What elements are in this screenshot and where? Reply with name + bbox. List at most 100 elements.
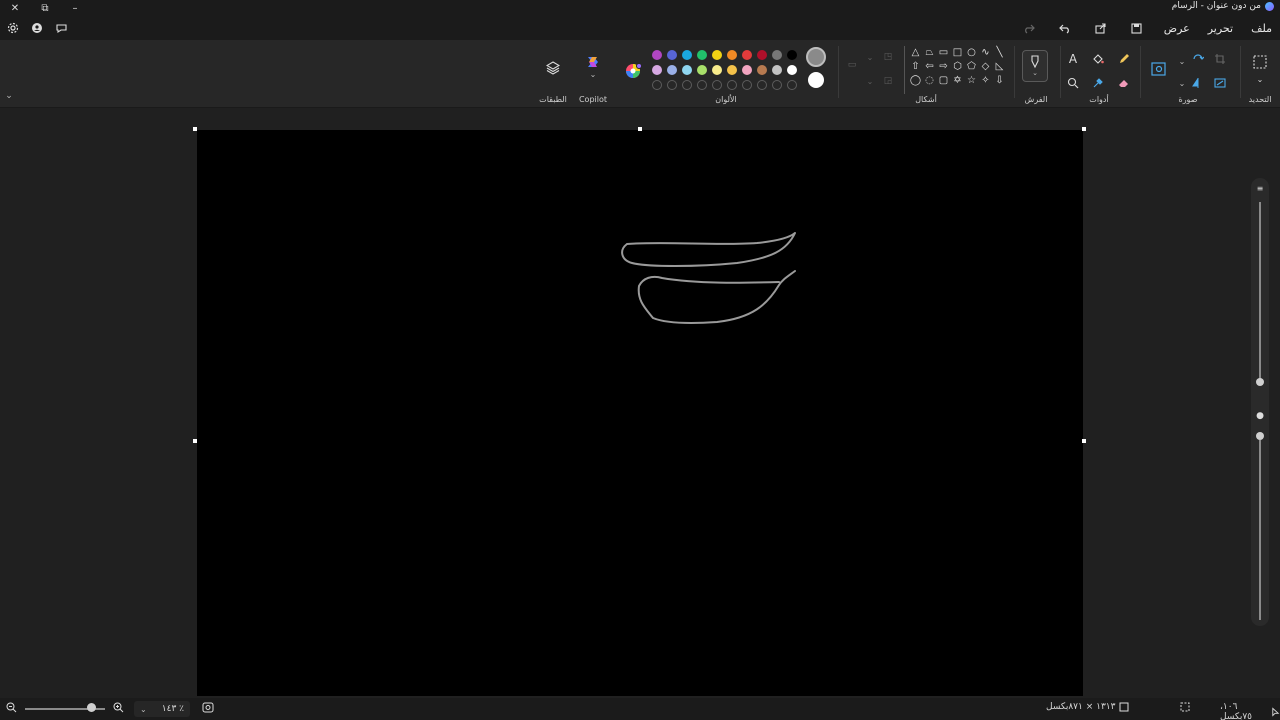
menu-file[interactable]: ملف	[1251, 22, 1272, 35]
drawing-canvas[interactable]	[197, 130, 1083, 696]
eraser-icon[interactable]	[1114, 74, 1134, 92]
callout-oval-shape-icon[interactable]: ◌	[923, 74, 936, 87]
custom-color-slot[interactable]	[787, 80, 797, 90]
select-rectangle-icon[interactable]	[1250, 52, 1270, 72]
restore-button[interactable]: ⧉	[30, 0, 60, 16]
curve-shape-icon[interactable]: ∿	[979, 46, 992, 59]
color-swatch[interactable]	[742, 50, 752, 60]
resize-icon[interactable]	[1210, 74, 1230, 92]
crop-icon[interactable]	[1210, 50, 1230, 68]
collapse-ribbon-chevron-icon[interactable]: ⌄	[2, 90, 16, 102]
zoom-level-dropdown[interactable]: ⌄ ١٤٣ ٪	[134, 701, 190, 717]
custom-color-slot[interactable]	[697, 80, 707, 90]
polygon-shape-icon[interactable]: ⏢	[923, 46, 936, 59]
custom-color-slot[interactable]	[682, 80, 692, 90]
menu-edit[interactable]: تحرير	[1208, 22, 1233, 35]
color-swatch[interactable]	[667, 50, 677, 60]
rounded-rect-shape-icon[interactable]: ▭	[937, 46, 950, 59]
arrow-left-shape-icon[interactable]: ⇦	[923, 60, 936, 73]
canvas-resize-handle[interactable]	[193, 439, 197, 443]
hexagon-shape-icon[interactable]: ⬡	[951, 60, 964, 73]
color-swatch[interactable]	[772, 65, 782, 75]
canvas-resize-handle[interactable]	[1082, 127, 1086, 131]
opacity-track[interactable]	[1259, 440, 1261, 620]
color-swatch[interactable]	[787, 65, 797, 75]
shape-outline-style-icon[interactable]: ◳	[878, 48, 898, 66]
color-swatch[interactable]	[682, 65, 692, 75]
brush-size-track[interactable]	[1259, 202, 1261, 382]
canvas-resize-handle[interactable]	[1082, 439, 1086, 443]
custom-color-slot[interactable]	[757, 80, 767, 90]
menu-view[interactable]: عرض	[1164, 22, 1190, 35]
brush-button[interactable]: ⌄	[1022, 50, 1048, 82]
color-swatch[interactable]	[727, 65, 737, 75]
flip-icon[interactable]	[1188, 74, 1208, 92]
color-swatch[interactable]	[757, 50, 767, 60]
fill-chevron-icon[interactable]: ⌄	[864, 72, 876, 90]
minimize-button[interactable]: –	[60, 0, 90, 16]
magnifier-icon[interactable]	[1063, 74, 1083, 92]
star-four-shape-icon[interactable]: ✧	[979, 74, 992, 87]
primary-color-swatch[interactable]	[806, 47, 826, 67]
star-six-shape-icon[interactable]: ✡	[951, 74, 964, 87]
edit-colors-icon[interactable]	[622, 60, 644, 82]
color-swatch[interactable]	[652, 50, 662, 60]
triangle-shape-icon[interactable]: △	[909, 46, 922, 59]
text-icon[interactable]: A	[1063, 50, 1083, 68]
line-shape-icon[interactable]: ╲	[993, 46, 1006, 59]
custom-color-slot[interactable]	[667, 80, 677, 90]
save-icon[interactable]	[1128, 20, 1146, 36]
color-swatch[interactable]	[757, 65, 767, 75]
shape-fill-style-icon[interactable]: ◲	[878, 72, 898, 90]
color-swatch[interactable]	[712, 65, 722, 75]
callout-rect-shape-icon[interactable]: ▢	[937, 74, 950, 87]
custom-color-slot[interactable]	[712, 80, 722, 90]
rotate-icon[interactable]	[1188, 50, 1208, 68]
fit-to-window-icon[interactable]	[202, 702, 214, 713]
color-swatch[interactable]	[667, 65, 677, 75]
account-icon[interactable]	[28, 20, 46, 36]
selection-chevron-down-icon[interactable]: ⌄	[1250, 74, 1270, 84]
right-triangle-shape-icon[interactable]: ◺	[993, 60, 1006, 73]
color-swatch[interactable]	[682, 50, 692, 60]
diamond-shape-icon[interactable]: ◇	[979, 60, 992, 73]
fill-bucket-icon[interactable]	[1088, 50, 1108, 68]
color-swatch[interactable]	[772, 50, 782, 60]
redo-icon[interactable]	[1020, 20, 1038, 36]
color-swatch[interactable]	[697, 65, 707, 75]
custom-color-slot[interactable]	[652, 80, 662, 90]
arrow-right-shape-icon[interactable]: ⇨	[937, 60, 950, 73]
flip-chevron-icon[interactable]: ⌄	[1176, 74, 1188, 92]
star-five-shape-icon[interactable]: ☆	[965, 74, 978, 87]
custom-color-slot[interactable]	[742, 80, 752, 90]
layers-icon[interactable]	[543, 58, 563, 78]
custom-color-slot[interactable]	[727, 80, 737, 90]
custom-color-slot[interactable]	[772, 80, 782, 90]
pencil-icon[interactable]	[1114, 50, 1134, 68]
zoom-out-icon[interactable]	[6, 702, 17, 713]
image-crop-ai-icon[interactable]	[1148, 58, 1170, 80]
rectangle-shape-icon[interactable]: □	[951, 46, 964, 59]
outline-chevron-icon[interactable]: ⌄	[864, 48, 876, 66]
color-swatch[interactable]	[652, 65, 662, 75]
zoom-in-icon[interactable]	[113, 702, 124, 713]
color-picker-icon[interactable]	[1088, 74, 1108, 92]
opacity-thumb[interactable]	[1256, 432, 1264, 440]
oval-shape-icon[interactable]: ○	[965, 46, 978, 59]
close-button[interactable]: ✕	[0, 0, 30, 16]
secondary-color-swatch[interactable]	[808, 72, 824, 88]
canvas-resize-handle[interactable]	[193, 127, 197, 131]
share-icon[interactable]	[1092, 20, 1110, 36]
copilot-chevron-down-icon[interactable]: ⌄	[583, 70, 603, 79]
pentagon-shape-icon[interactable]: ⬠	[965, 60, 978, 73]
arrow-down-shape-icon[interactable]: ⇩	[993, 74, 1006, 87]
color-swatch[interactable]	[787, 50, 797, 60]
zoom-slider-thumb[interactable]	[87, 703, 96, 712]
undo-icon[interactable]	[1056, 20, 1074, 36]
color-swatch[interactable]	[742, 65, 752, 75]
color-swatch[interactable]	[697, 50, 707, 60]
canvas-resize-handle[interactable]	[638, 127, 642, 131]
color-swatch[interactable]	[712, 50, 722, 60]
share-feedback-icon[interactable]	[52, 20, 70, 36]
shape-outline-icon[interactable]: ▭	[842, 56, 862, 74]
